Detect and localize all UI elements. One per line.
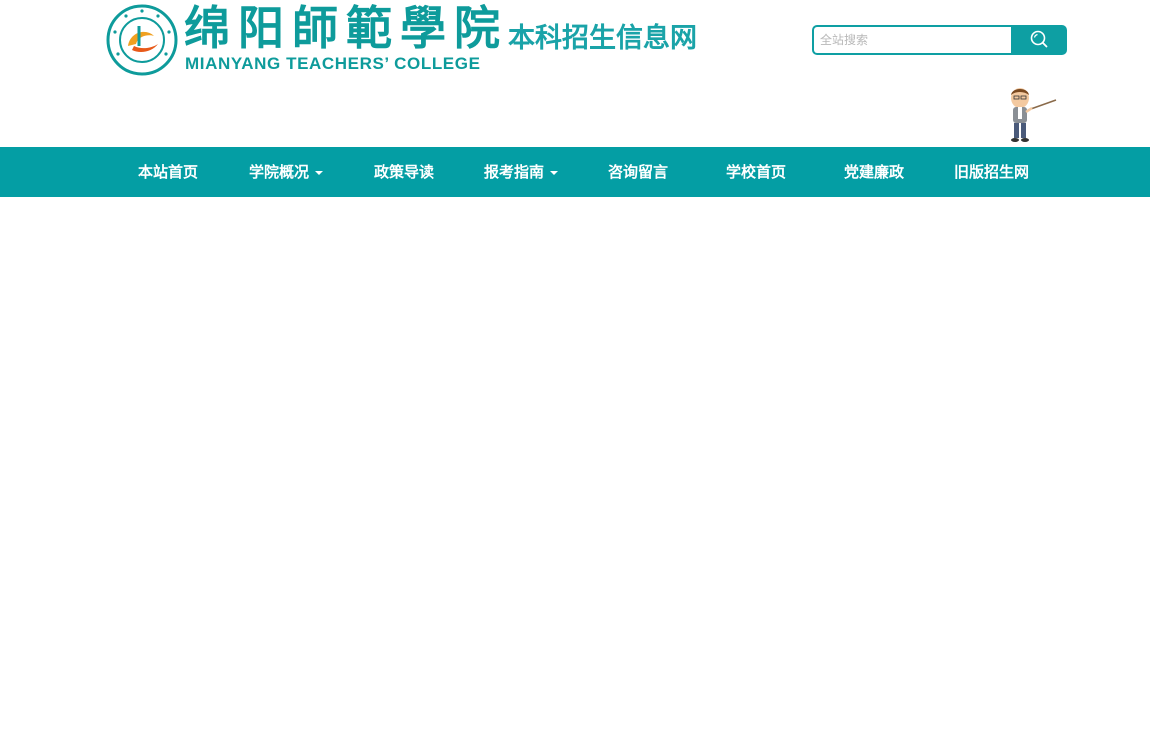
nav-item-consult[interactable]: 咨询留言: [608, 147, 668, 197]
nav-item-label: 学院概况: [249, 163, 310, 181]
nav-item-guide[interactable]: 报考指南: [484, 147, 559, 197]
teacher-mascot-icon: [1002, 86, 1058, 144]
nav-item-label: 政策导读: [374, 163, 435, 181]
nav-item-old-site[interactable]: 旧版招生网: [954, 147, 1029, 197]
search-icon: [1029, 29, 1049, 52]
nav-item-label: 学校首页: [726, 163, 787, 181]
logo-chinese-name[interactable]: 绵阳師範學院: [184, 0, 508, 56]
nav-item-label: 党建廉政: [844, 163, 905, 181]
logo-english-name[interactable]: MIANYANG TEACHERS’ COLLEGE: [185, 54, 481, 74]
main-nav: 本站首页 学院概况 政策导读 报考指南 咨询留言 学校首页 党建廉政 旧版招生网: [0, 147, 1150, 197]
site-title: 本科招生信息网: [508, 23, 697, 54]
caret-down-icon: [550, 170, 559, 175]
nav-item-about[interactable]: 学院概况: [249, 147, 324, 197]
nav-item-label: 咨询留言: [608, 163, 669, 181]
site-header: 绵阳師範學院 MIANYANG TEACHERS’ COLLEGE 本科招生信息…: [0, 0, 1150, 147]
search-button[interactable]: [1011, 25, 1067, 55]
nav-item-home[interactable]: 本站首页: [138, 147, 198, 197]
page: 绵阳師範學院 MIANYANG TEACHERS’ COLLEGE 本科招生信息…: [0, 0, 1150, 750]
nav-item-party[interactable]: 党建廉政: [844, 147, 904, 197]
nav-item-label: 报考指南: [484, 163, 545, 181]
nav-item-label: 本站首页: [138, 163, 199, 181]
main-content-area: [0, 197, 1150, 750]
caret-down-icon: [315, 170, 324, 175]
college-seal-logo[interactable]: [106, 4, 178, 76]
nav-item-label: 旧版招生网: [954, 163, 1030, 181]
nav-item-school-home[interactable]: 学校首页: [726, 147, 786, 197]
site-search: [812, 25, 1067, 55]
search-input[interactable]: [812, 25, 1011, 55]
nav-item-policy[interactable]: 政策导读: [374, 147, 434, 197]
